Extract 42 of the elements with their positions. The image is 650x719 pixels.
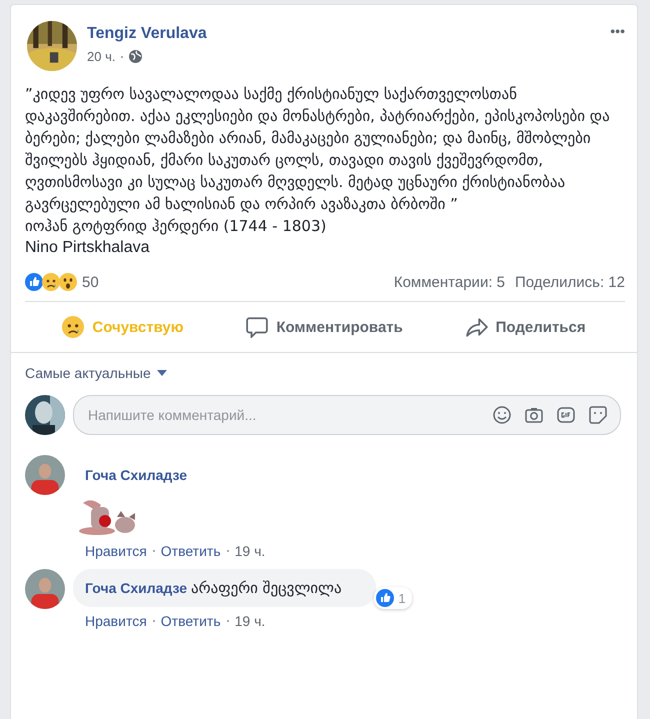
comment-text: არაფერი შეცვლილა	[191, 579, 342, 597]
comment-input[interactable]: Напишите комментарий...	[86, 406, 480, 424]
comment-time[interactable]: 19 ч.	[234, 543, 266, 559]
gif-icon[interactable]	[556, 405, 576, 425]
like-count-badge[interactable]: 1	[374, 587, 412, 609]
caret-icon	[156, 370, 167, 376]
share-arrow-icon	[466, 316, 488, 338]
comment-action-link[interactable]: Ответить	[160, 613, 221, 629]
author-name[interactable]: Tengiz Verulava	[87, 25, 207, 42]
post-time[interactable]: 20 ч.	[87, 49, 116, 64]
separator-dot	[226, 620, 229, 622]
shares-count[interactable]: Поделились: 12	[515, 274, 625, 290]
separator-dot	[226, 550, 229, 552]
separator-dot	[152, 550, 155, 552]
like-icon	[376, 589, 394, 607]
commenter-name[interactable]: Гоча Схиладзе	[85, 580, 188, 596]
more-button[interactable]: •••	[610, 23, 625, 39]
comment-field[interactable]: Напишите комментарий...	[73, 395, 621, 435]
comment-time[interactable]: 19 ч.	[234, 613, 266, 629]
globe-icon	[129, 50, 142, 63]
comment-button[interactable]: Комментировать	[236, 310, 413, 344]
comment-action-link[interactable]: Нравится	[85, 543, 147, 559]
reaction-count[interactable]: 50	[82, 274, 99, 290]
post-text: იოჰან გოტფრიდ ჰერდერი (1744 - 1803)	[25, 216, 328, 237]
wow-emoji-icon	[59, 273, 77, 291]
sad-emoji-icon	[62, 316, 84, 338]
post-text: ”კიდევ უფრო სავალალოდაა საქმე ქრისტიანულ საქართველოსთან დაკავშირებით. აქაა ეკლესიები და მონასტრები, პატრიარქები, ეპისკოპოსები და ბერები; ქალები ლამაზები არიან, მამაკაცები გულიანები; და მაინც, მშობლები შვილებს ჰყიდიან, ქმარი საკუთარ ცოლს, თავადი თავის ქვეშევრდომთ, ღვთისმოსავი კი სულაც საკუთარ მღვდელს. მეტად უცნაური ქრისტიანობაა გავრცელებული ამ ხალისიან და ორპირ ავაზაკთა ბრბოში ”	[25, 84, 611, 215]
camera-icon[interactable]	[524, 405, 544, 425]
comments-count[interactable]: Комментарии: 5	[394, 274, 505, 290]
separator-dot	[121, 56, 124, 58]
sort-dropdown[interactable]: Самые актуальные	[25, 365, 167, 381]
sad-emoji-icon	[42, 273, 60, 291]
comment-action-link[interactable]: Ответить	[160, 543, 221, 559]
commenter-name[interactable]: Гоча Схиладзе	[73, 455, 200, 483]
comment-action-link[interactable]: Нравится	[85, 613, 147, 629]
separator-dot	[152, 620, 155, 622]
sticker-icon[interactable]	[588, 405, 608, 425]
speech-bubble-icon	[246, 316, 268, 338]
like-icon	[25, 273, 43, 291]
share-button[interactable]: Поделиться	[456, 310, 596, 344]
emoji-icon[interactable]	[492, 405, 512, 425]
post-text: Nino Pirtskhalava	[25, 238, 150, 258]
